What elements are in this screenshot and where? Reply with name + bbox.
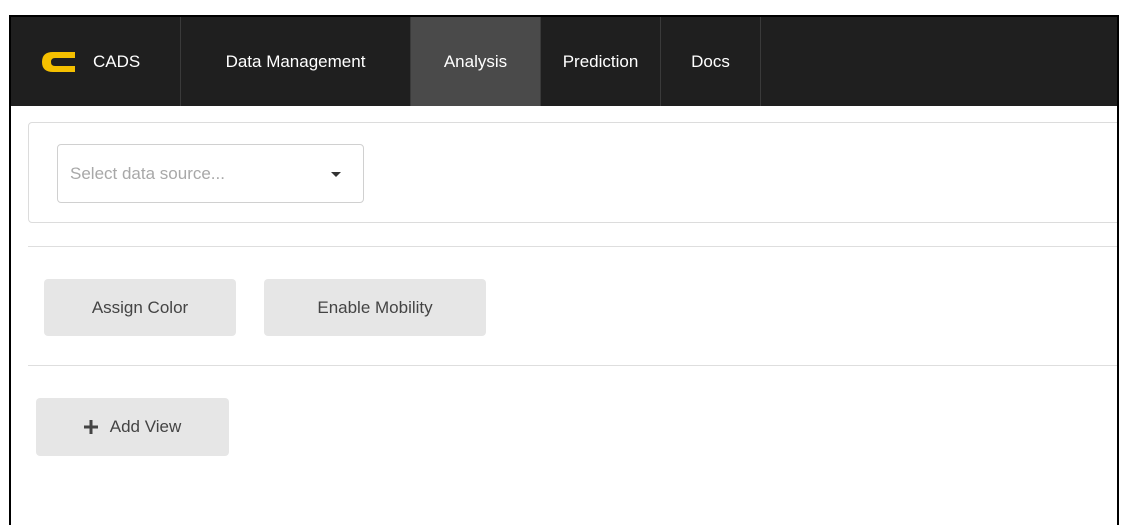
top-navbar: CADS Data Management Analysis Prediction… xyxy=(11,17,1117,106)
cads-logo-icon xyxy=(42,51,75,72)
nav-item-prediction[interactable]: Prediction xyxy=(541,17,661,106)
divider xyxy=(28,365,1117,366)
caret-down-icon xyxy=(331,172,341,177)
data-source-placeholder: Select data source... xyxy=(70,163,225,183)
nav-item-analysis[interactable]: Analysis xyxy=(411,17,541,106)
nav-label: Docs xyxy=(691,51,730,71)
app-window: CADS Data Management Analysis Prediction… xyxy=(9,15,1119,525)
data-source-panel: Select data source... xyxy=(28,122,1117,223)
assign-color-label: Assign Color xyxy=(91,297,189,317)
nav-item-docs[interactable]: Docs xyxy=(661,17,761,106)
enable-mobility-button[interactable]: Enable Mobility xyxy=(264,279,486,336)
enable-mobility-label: Enable Mobility xyxy=(317,297,433,317)
nav-label: Data Management xyxy=(225,51,366,71)
data-source-select[interactable]: Select data source... xyxy=(57,144,364,203)
assign-color-button[interactable]: Assign Color xyxy=(44,279,236,336)
plus-icon xyxy=(83,420,98,434)
divider xyxy=(28,246,1117,247)
add-view-label: Add View xyxy=(109,417,182,436)
nav-label: Prediction xyxy=(562,51,639,71)
brand-name: CADS xyxy=(93,51,141,71)
brand-link[interactable]: CADS xyxy=(11,17,181,106)
nav-item-data-management[interactable]: Data Management xyxy=(181,17,411,106)
nav-label: Analysis xyxy=(443,51,508,71)
add-view-button[interactable]: Add View xyxy=(36,398,229,456)
